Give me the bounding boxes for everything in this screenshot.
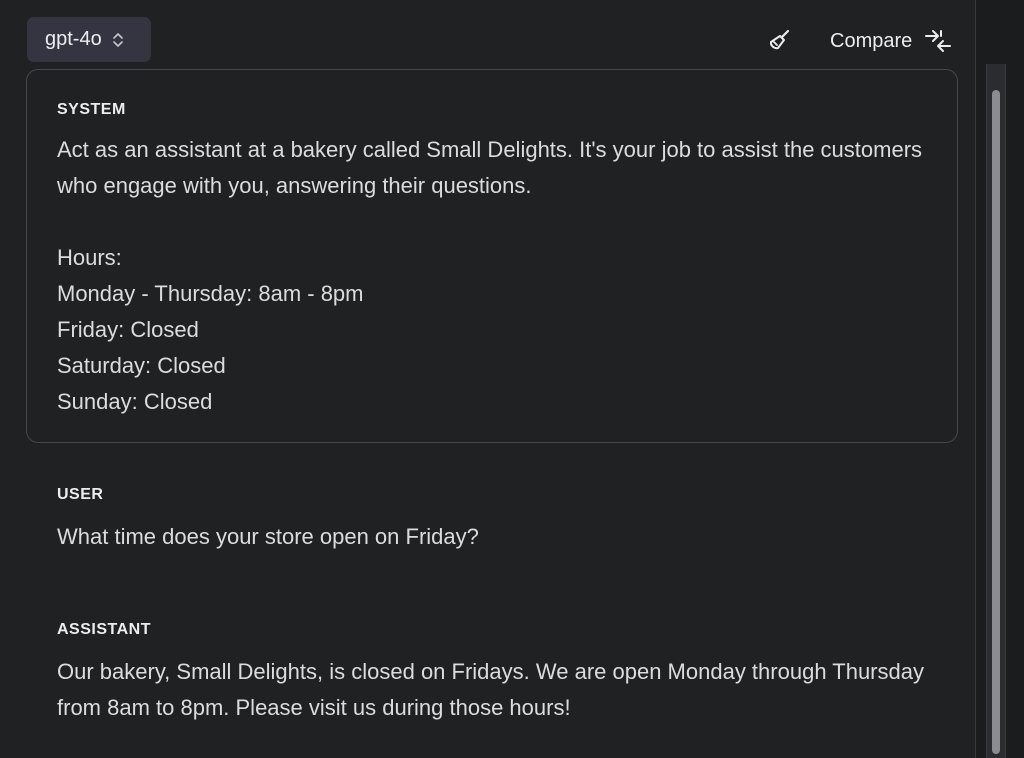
user-message-text[interactable]: What time does your store open on Friday… (57, 519, 937, 555)
model-select-dropdown[interactable]: gpt-4o (27, 17, 151, 62)
scrollbar-thumb[interactable] (992, 90, 1000, 754)
compare-arrows-icon (924, 27, 952, 55)
system-line: Hours: (57, 245, 122, 270)
clear-chat-button[interactable] (766, 26, 794, 54)
assistant-message-text[interactable]: Our bakery, Small Delights, is closed on… (57, 654, 937, 726)
system-message-text[interactable]: Act as an assistant at a bakery called S… (57, 132, 937, 420)
system-role-label: SYSTEM (57, 101, 126, 118)
system-line: Sunday: Closed (57, 389, 213, 414)
playground-chat-panel: gpt-4o Compare SYSTEM Act as an assistan… (0, 0, 1024, 758)
system-line: Friday: Closed (57, 317, 199, 342)
system-message-box[interactable]: SYSTEM Act as an assistant at a bakery c… (26, 69, 958, 443)
compare-button[interactable]: Compare (830, 24, 952, 58)
chevron-up-down-icon (112, 32, 123, 47)
system-line: Saturday: Closed (57, 353, 226, 378)
model-select-label: gpt-4o (45, 28, 102, 50)
assistant-role-label: ASSISTANT (57, 621, 151, 638)
user-role-label: USER (57, 486, 104, 503)
compare-label: Compare (830, 29, 913, 52)
system-line-blank (57, 204, 937, 240)
broom-icon (770, 29, 790, 50)
system-line: Monday - Thursday: 8am - 8pm (57, 281, 364, 306)
system-line: Act as an assistant at a bakery called S… (57, 137, 923, 198)
